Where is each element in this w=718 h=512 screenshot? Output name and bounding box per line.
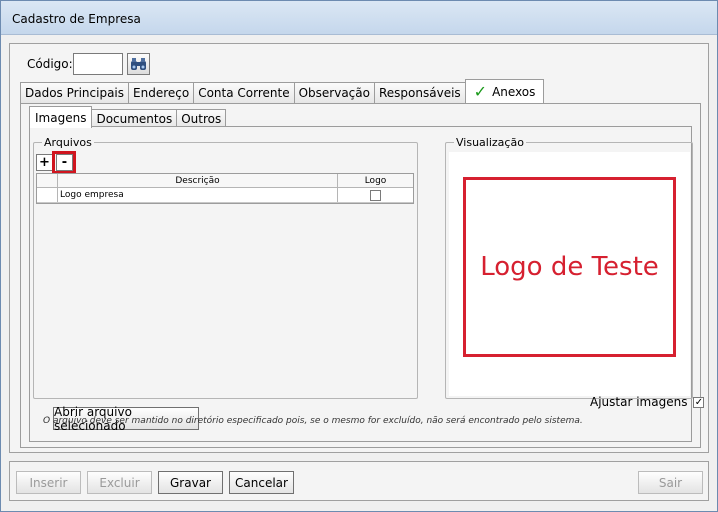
remove-button-highlight [52, 151, 76, 174]
tab-observacao[interactable]: Observação [293, 82, 375, 103]
tab-anexos[interactable]: ✓ Anexos [464, 79, 545, 103]
title-bar: Cadastro de Empresa [1, 1, 717, 35]
sair-button[interactable]: Sair [638, 471, 703, 494]
window: Cadastro de Empresa Código: Dados Princi… [0, 0, 718, 512]
table-row[interactable]: Logo empresa [37, 188, 413, 203]
add-button[interactable]: + [36, 154, 53, 171]
arquivos-group: Arquivos + - Descrição Logo Logo empresa [33, 136, 418, 399]
search-button[interactable] [127, 53, 150, 75]
inserir-button[interactable]: Inserir [16, 471, 81, 494]
column-logo: Logo [364, 175, 387, 186]
cancelar-button[interactable]: Cancelar [229, 471, 294, 494]
codigo-field[interactable] [73, 53, 123, 75]
visualizacao-group: Visualização Logo de Teste [445, 136, 693, 399]
grid-indicator-header [37, 174, 58, 187]
preview-logo: Logo de Teste [463, 177, 676, 357]
check-icon: ✓ [473, 82, 488, 101]
sub-tabs: Imagens Documentos Outros [29, 106, 227, 128]
arquivos-legend: Arquivos [42, 136, 94, 149]
info-note: O arquivo deve ser mantido no diretório … [43, 416, 583, 426]
binoculars-icon [131, 57, 146, 70]
image-preview: Logo de Teste [449, 152, 690, 396]
row-indicator [37, 188, 58, 202]
tab-responsaveis[interactable]: Responsáveis [373, 82, 466, 103]
ajustar-label: Ajustar imagens [590, 395, 688, 409]
tab-endereco[interactable]: Endereço [128, 82, 195, 103]
row-logo-cell [338, 188, 413, 202]
main-tabs: Dados Principais Endereço Conta Corrente… [20, 79, 545, 103]
tab-conta-corrente[interactable]: Conta Corrente [193, 82, 295, 103]
excluir-button[interactable]: Excluir [87, 471, 152, 494]
window-title: Cadastro de Empresa [12, 12, 141, 26]
visualizacao-legend: Visualização [454, 136, 526, 149]
tab-dados-principais[interactable]: Dados Principais [20, 82, 130, 103]
row-descricao: Logo empresa [58, 188, 338, 202]
arquivos-grid: Descrição Logo Logo empresa [36, 173, 414, 204]
grid-header: Descrição Logo [37, 174, 413, 188]
gravar-button[interactable]: Gravar [158, 471, 223, 494]
ajustar-imagens: Ajustar imagens ✓ [590, 395, 705, 409]
content-area: Código: Dados Principais Endereço Conta … [9, 43, 709, 453]
preview-logo-text: Logo de Teste [480, 252, 659, 282]
footer-bar: Inserir Excluir Gravar Cancelar Sair [9, 461, 709, 501]
tab-anexos-label: Anexos [492, 84, 536, 99]
codigo-label: Código: [27, 57, 73, 71]
column-descricao: Descrição [58, 174, 338, 187]
ajustar-checkbox[interactable]: ✓ [693, 396, 705, 408]
tab-imagens[interactable]: Imagens [29, 106, 93, 128]
row-logo-checkbox[interactable] [370, 189, 381, 201]
